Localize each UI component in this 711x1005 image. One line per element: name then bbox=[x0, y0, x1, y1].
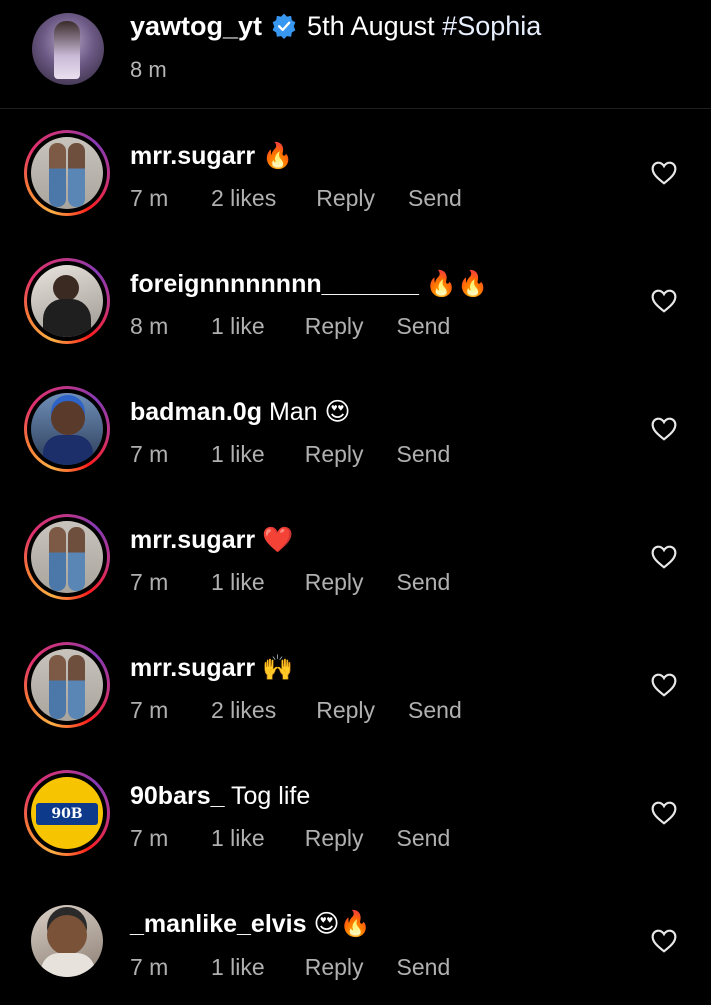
reply-button[interactable]: Reply bbox=[305, 954, 364, 981]
comment-meta: 7 m 2 likes Reply Send bbox=[130, 185, 462, 212]
comment-emoji: 😍🔥 bbox=[313, 909, 371, 938]
comment-avatar[interactable] bbox=[24, 386, 110, 472]
verified-badge-icon bbox=[272, 13, 296, 39]
comment-line: 90bars_ Tog life bbox=[130, 780, 310, 812]
comment-username[interactable]: foreignnnnnnnn_______ bbox=[130, 270, 419, 298]
comment-time: 7 m bbox=[130, 185, 169, 211]
comment-avatar[interactable] bbox=[24, 258, 110, 344]
comment-row: badman.0g Man 😍 7 m 1 like Reply Send bbox=[0, 364, 711, 492]
comment-emoji: 🔥 bbox=[262, 141, 294, 170]
reply-button[interactable]: Reply bbox=[305, 441, 364, 468]
comment-meta: 7 m 1 like Reply Send bbox=[130, 954, 450, 981]
comment-line: foreignnnnnnnn_______ 🔥🔥 bbox=[130, 268, 488, 300]
comment-avatar[interactable] bbox=[24, 130, 110, 216]
avatar-logo: 90B bbox=[36, 803, 98, 825]
reply-button[interactable]: Reply bbox=[305, 569, 364, 596]
heart-outline-icon[interactable] bbox=[651, 673, 677, 697]
comment-row: mrr.sugarr 🔥 7 m 2 likes Reply Send bbox=[0, 108, 711, 236]
send-button[interactable]: Send bbox=[397, 954, 451, 981]
caption-time: 8 m bbox=[130, 57, 167, 82]
comment-time: 7 m bbox=[130, 441, 169, 467]
comment-row: mrr.sugarr ❤️ 7 m 1 like Reply Send bbox=[0, 492, 711, 620]
comment-emoji: 😍 bbox=[324, 397, 351, 426]
caption-text: 5th August bbox=[307, 11, 435, 41]
comment-text: Man bbox=[268, 398, 318, 426]
comment-likes[interactable]: 2 likes bbox=[211, 697, 276, 724]
comment-username[interactable]: mrr.sugarr bbox=[130, 142, 255, 170]
caption-hashtag[interactable]: #Sophia bbox=[442, 9, 541, 43]
comment-time: 7 m bbox=[130, 697, 169, 723]
reply-button[interactable]: Reply bbox=[305, 313, 364, 340]
comment-username[interactable]: _manlike_elvis bbox=[130, 910, 307, 938]
send-button[interactable]: Send bbox=[408, 185, 462, 212]
heart-outline-icon[interactable] bbox=[651, 545, 677, 569]
comment-meta: 8 m 1 like Reply Send bbox=[130, 313, 450, 340]
send-button[interactable]: Send bbox=[397, 569, 451, 596]
comment-meta: 7 m 1 like Reply Send bbox=[130, 569, 450, 596]
comment-avatar[interactable] bbox=[24, 514, 110, 600]
comment-meta: 7 m 1 like Reply Send bbox=[130, 825, 450, 852]
comment-username[interactable]: mrr.sugarr bbox=[130, 654, 255, 682]
comment-emoji: ❤️ bbox=[262, 525, 294, 554]
comment-row: 90B 90bars_ Tog life 7 m 1 like Reply Se… bbox=[0, 748, 711, 876]
comment-text: Tog life bbox=[231, 782, 311, 810]
caption-username[interactable]: yawtog_yt bbox=[130, 9, 262, 43]
comment-line: mrr.sugarr 🙌 bbox=[130, 652, 293, 684]
comment-time: 7 m bbox=[130, 569, 169, 595]
heart-outline-icon[interactable] bbox=[651, 289, 677, 313]
comment-username[interactable]: mrr.sugarr bbox=[130, 526, 255, 554]
comment-emoji: 🔥🔥 bbox=[425, 269, 489, 298]
reply-button[interactable]: Reply bbox=[316, 185, 375, 212]
comment-emoji: 🙌 bbox=[262, 653, 294, 682]
reply-button[interactable]: Reply bbox=[316, 697, 375, 724]
send-button[interactable]: Send bbox=[408, 697, 462, 724]
comment-line: badman.0g Man 😍 bbox=[130, 396, 351, 428]
comment-line: mrr.sugarr ❤️ bbox=[130, 524, 293, 556]
comment-avatar[interactable] bbox=[24, 642, 110, 728]
comment-likes[interactable]: 1 like bbox=[211, 954, 265, 981]
reply-button[interactable]: Reply bbox=[305, 825, 364, 852]
comment-meta: 7 m 1 like Reply Send bbox=[130, 441, 450, 468]
comment-meta: 7 m 2 likes Reply Send bbox=[130, 697, 462, 724]
heart-outline-icon[interactable] bbox=[651, 417, 677, 441]
comment-likes[interactable]: 1 like bbox=[211, 569, 265, 596]
author-avatar[interactable] bbox=[32, 13, 104, 85]
comment-username[interactable]: badman.0g bbox=[130, 398, 262, 426]
comment-time: 7 m bbox=[130, 825, 169, 851]
heart-outline-icon[interactable] bbox=[651, 801, 677, 825]
comment-row: mrr.sugarr 🙌 7 m 2 likes Reply Send bbox=[0, 620, 711, 748]
comment-time: 7 m bbox=[130, 954, 169, 980]
send-button[interactable]: Send bbox=[397, 825, 451, 852]
heart-outline-icon[interactable] bbox=[651, 161, 677, 185]
comment-time: 8 m bbox=[130, 313, 169, 339]
comment-avatar[interactable] bbox=[24, 898, 110, 984]
comment-row: _manlike_elvis 😍🔥 7 m 1 like Reply Send bbox=[0, 876, 711, 1004]
comment-line: _manlike_elvis 😍🔥 bbox=[130, 908, 371, 940]
comment-likes[interactable]: 1 like bbox=[211, 825, 265, 852]
comment-likes[interactable]: 2 likes bbox=[211, 185, 276, 212]
send-button[interactable]: Send bbox=[397, 441, 451, 468]
comment-likes[interactable]: 1 like bbox=[211, 313, 265, 340]
post-caption: yawtog_yt 5th August #Sophia 8 m bbox=[0, 0, 711, 109]
send-button[interactable]: Send bbox=[397, 313, 451, 340]
comment-avatar[interactable]: 90B bbox=[24, 770, 110, 856]
comment-line: mrr.sugarr 🔥 bbox=[130, 140, 293, 172]
comment-likes[interactable]: 1 like bbox=[211, 441, 265, 468]
comment-username[interactable]: 90bars_ bbox=[130, 782, 225, 810]
caption-line: yawtog_yt 5th August #Sophia bbox=[130, 9, 541, 43]
heart-outline-icon[interactable] bbox=[651, 929, 677, 953]
comment-row: foreignnnnnnnn_______ 🔥🔥 8 m 1 like Repl… bbox=[0, 236, 711, 364]
